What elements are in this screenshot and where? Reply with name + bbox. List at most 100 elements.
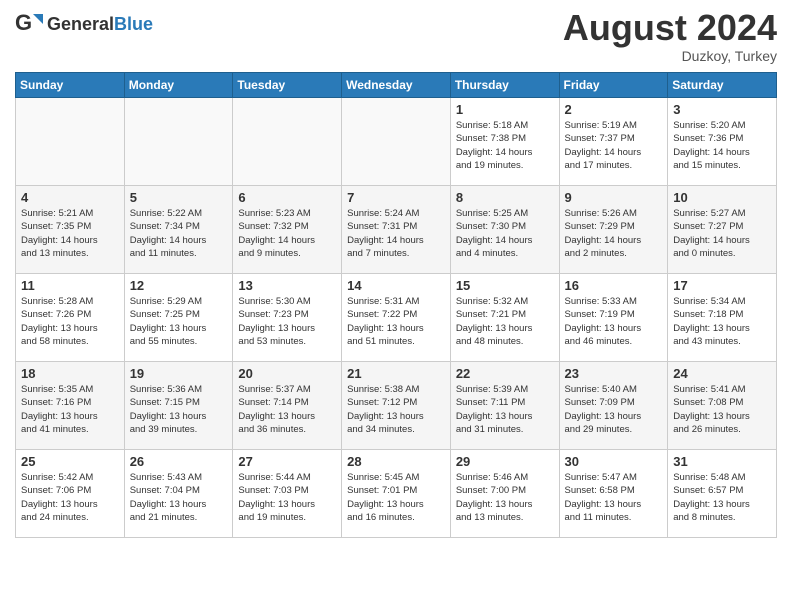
calendar-cell-w4-d6: 23 Sunrise: 5:40 AM Sunset: 7:09 PM Dayli… (559, 362, 668, 450)
calendar-cell-w1-d2 (124, 98, 233, 186)
day-detail: Sunrise: 5:42 AM Sunset: 7:06 PM Dayligh… (21, 471, 119, 524)
calendar-cell-w3-d2: 12 Sunrise: 5:29 AM Sunset: 7:25 PM Dayli… (124, 274, 233, 362)
day-detail: Sunrise: 5:25 AM Sunset: 7:30 PM Dayligh… (456, 207, 554, 260)
day-number: 2 (565, 102, 663, 117)
day-detail: Sunrise: 5:22 AM Sunset: 7:34 PM Dayligh… (130, 207, 228, 260)
day-number: 28 (347, 454, 445, 469)
calendar-cell-w3-d3: 13Sunrise: 5:30 AM Sunset: 7:23 PM Dayli… (233, 274, 342, 362)
day-detail: Sunrise: 5:23 AM Sunset: 7:32 PM Dayligh… (238, 207, 336, 260)
location-subtitle: Duzkoy, Turkey (563, 48, 777, 64)
calendar-cell-w2-d3: 6Sunrise: 5:23 AM Sunset: 7:32 PM Daylig… (233, 186, 342, 274)
calendar-header: Sunday Monday Tuesday Wednesday Thursday… (16, 73, 777, 98)
calendar-cell-w3-d6: 16Sunrise: 5:33 AM Sunset: 7:19 PM Dayli… (559, 274, 668, 362)
day-number: 18 (21, 366, 119, 381)
day-number: 1 (456, 102, 554, 117)
day-detail: Sunrise: 5:26 AM Sunset: 7:29 PM Dayligh… (565, 207, 663, 260)
logo-text-general: General (47, 14, 114, 34)
day-number: 25 (21, 454, 119, 469)
day-detail: Sunrise: 5:37 AM Sunset: 7:14 PM Dayligh… (238, 383, 336, 436)
day-detail: Sunrise: 5:41 AM Sunset: 7:08 PM Dayligh… (673, 383, 771, 436)
calendar-cell-w2-d2: 5 Sunrise: 5:22 AM Sunset: 7:34 PM Daylig… (124, 186, 233, 274)
calendar-cell-w5-d5: 29 Sunrise: 5:46 AM Sunset: 7:00 PM Dayli… (450, 450, 559, 538)
calendar-cell-w5-d7: 31 Sunrise: 5:48 AM Sunset: 6:57 PM Dayli… (668, 450, 777, 538)
day-number: 19 (130, 366, 228, 381)
logo-icon: G (15, 10, 43, 38)
day-detail: Sunrise: 5:38 AM Sunset: 7:12 PM Dayligh… (347, 383, 445, 436)
day-detail: Sunrise: 5:40 AM Sunset: 7:09 PM Dayligh… (565, 383, 663, 436)
calendar-cell-w4-d7: 24 Sunrise: 5:41 AM Sunset: 7:08 PM Dayli… (668, 362, 777, 450)
day-number: 4 (21, 190, 119, 205)
day-number: 24 (673, 366, 771, 381)
week-row-2: 4 Sunrise: 5:21 AM Sunset: 7:35 PM Daylig… (16, 186, 777, 274)
day-detail: Sunrise: 5:32 AM Sunset: 7:21 PM Dayligh… (456, 295, 554, 348)
day-number: 3 (673, 102, 771, 117)
calendar-body: 1Sunrise: 5:18 AM Sunset: 7:38 PM Daylig… (16, 98, 777, 538)
day-detail: Sunrise: 5:36 AM Sunset: 7:15 PM Dayligh… (130, 383, 228, 436)
calendar-cell-w5-d2: 26Sunrise: 5:43 AM Sunset: 7:04 PM Dayli… (124, 450, 233, 538)
day-detail: Sunrise: 5:21 AM Sunset: 7:35 PM Dayligh… (21, 207, 119, 260)
month-year-title: August 2024 (563, 10, 777, 46)
day-detail: Sunrise: 5:33 AM Sunset: 7:19 PM Dayligh… (565, 295, 663, 348)
calendar-cell-w1-d3 (233, 98, 342, 186)
day-detail: Sunrise: 5:28 AM Sunset: 7:26 PM Dayligh… (21, 295, 119, 348)
calendar-cell-w5-d3: 27Sunrise: 5:44 AM Sunset: 7:03 PM Dayli… (233, 450, 342, 538)
calendar-cell-w5-d4: 28 Sunrise: 5:45 AM Sunset: 7:01 PM Dayli… (342, 450, 451, 538)
day-number: 23 (565, 366, 663, 381)
day-detail: Sunrise: 5:24 AM Sunset: 7:31 PM Dayligh… (347, 207, 445, 260)
col-saturday: Saturday (668, 73, 777, 98)
calendar-table: Sunday Monday Tuesday Wednesday Thursday… (15, 72, 777, 538)
day-number: 20 (238, 366, 336, 381)
day-number: 5 (130, 190, 228, 205)
calendar-cell-w3-d5: 15 Sunrise: 5:32 AM Sunset: 7:21 PM Dayli… (450, 274, 559, 362)
day-detail: Sunrise: 5:39 AM Sunset: 7:11 PM Dayligh… (456, 383, 554, 436)
calendar-cell-w1-d7: 3 Sunrise: 5:20 AM Sunset: 7:36 PM Daylig… (668, 98, 777, 186)
day-detail: Sunrise: 5:29 AM Sunset: 7:25 PM Dayligh… (130, 295, 228, 348)
col-wednesday: Wednesday (342, 73, 451, 98)
calendar-cell-w1-d6: 2Sunrise: 5:19 AM Sunset: 7:37 PM Daylig… (559, 98, 668, 186)
day-number: 29 (456, 454, 554, 469)
day-detail: Sunrise: 5:35 AM Sunset: 7:16 PM Dayligh… (21, 383, 119, 436)
day-detail: Sunrise: 5:30 AM Sunset: 7:23 PM Dayligh… (238, 295, 336, 348)
day-number: 27 (238, 454, 336, 469)
day-detail: Sunrise: 5:43 AM Sunset: 7:04 PM Dayligh… (130, 471, 228, 524)
calendar-cell-w4-d4: 21 Sunrise: 5:38 AM Sunset: 7:12 PM Dayli… (342, 362, 451, 450)
col-sunday: Sunday (16, 73, 125, 98)
day-number: 31 (673, 454, 771, 469)
day-number: 21 (347, 366, 445, 381)
week-row-3: 11Sunrise: 5:28 AM Sunset: 7:26 PM Dayli… (16, 274, 777, 362)
week-row-1: 1Sunrise: 5:18 AM Sunset: 7:38 PM Daylig… (16, 98, 777, 186)
calendar-cell-w1-d5: 1Sunrise: 5:18 AM Sunset: 7:38 PM Daylig… (450, 98, 559, 186)
week-row-4: 18 Sunrise: 5:35 AM Sunset: 7:16 PM Dayli… (16, 362, 777, 450)
day-number: 14 (347, 278, 445, 293)
day-number: 7 (347, 190, 445, 205)
day-number: 30 (565, 454, 663, 469)
day-detail: Sunrise: 5:45 AM Sunset: 7:01 PM Dayligh… (347, 471, 445, 524)
col-tuesday: Tuesday (233, 73, 342, 98)
day-detail: Sunrise: 5:27 AM Sunset: 7:27 PM Dayligh… (673, 207, 771, 260)
day-detail: Sunrise: 5:46 AM Sunset: 7:00 PM Dayligh… (456, 471, 554, 524)
col-monday: Monday (124, 73, 233, 98)
logo-text-blue: Blue (114, 14, 153, 34)
calendar-cell-w2-d4: 7 Sunrise: 5:24 AM Sunset: 7:31 PM Daylig… (342, 186, 451, 274)
logo: G GeneralBlue (15, 10, 153, 38)
calendar-cell-w5-d1: 25 Sunrise: 5:42 AM Sunset: 7:06 PM Dayli… (16, 450, 125, 538)
calendar-cell-w2-d5: 8 Sunrise: 5:25 AM Sunset: 7:30 PM Daylig… (450, 186, 559, 274)
page-header: G GeneralBlue August 2024 Duzkoy, Turkey (15, 10, 777, 64)
day-number: 9 (565, 190, 663, 205)
day-detail: Sunrise: 5:48 AM Sunset: 6:57 PM Dayligh… (673, 471, 771, 524)
day-detail: Sunrise: 5:20 AM Sunset: 7:36 PM Dayligh… (673, 119, 771, 172)
day-number: 22 (456, 366, 554, 381)
calendar-cell-w4-d5: 22 Sunrise: 5:39 AM Sunset: 7:11 PM Dayli… (450, 362, 559, 450)
calendar-cell-w2-d6: 9 Sunrise: 5:26 AM Sunset: 7:29 PM Daylig… (559, 186, 668, 274)
day-number: 15 (456, 278, 554, 293)
col-thursday: Thursday (450, 73, 559, 98)
title-area: August 2024 Duzkoy, Turkey (563, 10, 777, 64)
week-row-5: 25 Sunrise: 5:42 AM Sunset: 7:06 PM Dayli… (16, 450, 777, 538)
day-number: 12 (130, 278, 228, 293)
day-number: 17 (673, 278, 771, 293)
day-detail: Sunrise: 5:47 AM Sunset: 6:58 PM Dayligh… (565, 471, 663, 524)
calendar-cell-w2-d7: 10Sunrise: 5:27 AM Sunset: 7:27 PM Dayli… (668, 186, 777, 274)
calendar-cell-w4-d3: 20 Sunrise: 5:37 AM Sunset: 7:14 PM Dayli… (233, 362, 342, 450)
day-detail: Sunrise: 5:31 AM Sunset: 7:22 PM Dayligh… (347, 295, 445, 348)
day-number: 8 (456, 190, 554, 205)
